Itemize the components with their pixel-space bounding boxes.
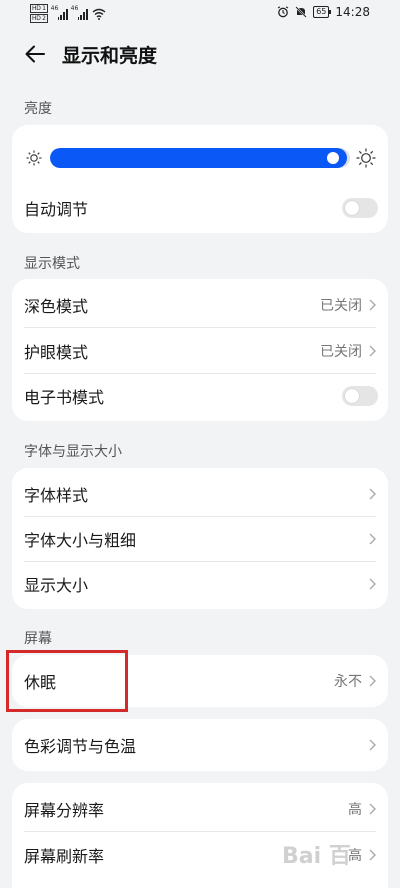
auto-brightness-row[interactable]: 自动调节 <box>12 186 388 230</box>
screen-section-title: 屏幕 <box>24 631 52 647</box>
sleep-value: 永不 <box>334 674 362 690</box>
divider <box>24 327 376 328</box>
brightness-slider-fill <box>50 148 347 168</box>
eye-comfort-label: 护眼模式 <box>24 343 89 362</box>
signal-icon: 46 <box>50 4 68 20</box>
chevron-right-icon <box>369 675 376 687</box>
font-size-weight-row[interactable]: 字体大小与粗细 <box>12 517 388 561</box>
font-size-section-title: 字体与显示大小 <box>24 444 122 460</box>
color-temp-row[interactable]: 色彩调节与色温 <box>12 723 388 767</box>
sun-small-icon <box>26 150 42 166</box>
chevron-right-icon <box>369 488 376 500</box>
font-size-weight-label: 字体大小与粗细 <box>24 531 137 550</box>
alarm-icon <box>277 6 289 18</box>
ebook-mode-toggle[interactable] <box>342 386 378 406</box>
display-mode-card: 深色模式 已关闭 护眼模式 已关闭 电子书模式 <box>12 279 388 421</box>
resolution-value: 高 <box>348 802 362 818</box>
back-button[interactable] <box>20 40 50 68</box>
resolution-row[interactable]: 屏幕分辨率 高 <box>12 787 388 831</box>
display-size-label: 显示大小 <box>24 576 89 595</box>
wifi-icon <box>92 8 106 20</box>
chevron-right-icon <box>369 345 376 357</box>
auto-brightness-toggle[interactable] <box>342 198 378 218</box>
battery-indicator: 65 <box>313 6 332 18</box>
ebook-mode-label: 电子书模式 <box>24 388 105 407</box>
app-bar: 显示和亮度 <box>0 36 400 72</box>
font-size-card: 字体样式 字体大小与粗细 显示大小 <box>12 468 388 609</box>
hd-indicators: HD 1 HD 2 <box>30 4 48 23</box>
network-type-2: 46 <box>70 4 79 12</box>
brightness-card: 自动调节 <box>12 125 388 233</box>
color-card: 色彩调节与色温 <box>12 719 388 771</box>
refresh-rate-label: 屏幕刷新率 <box>24 847 105 866</box>
mute-icon <box>295 6 307 18</box>
ebook-mode-row[interactable]: 电子书模式 <box>12 374 388 418</box>
resolution-label: 屏幕分辨率 <box>24 801 105 820</box>
brightness-slider-thumb[interactable] <box>327 152 339 164</box>
brightness-slider[interactable] <box>50 148 350 168</box>
chevron-right-icon <box>369 849 376 861</box>
color-temp-label: 色彩调节与色温 <box>24 737 137 756</box>
dark-mode-value: 已关闭 <box>320 298 362 314</box>
watermark-logo: Bai 百 <box>282 844 351 869</box>
network-type-1: 46 <box>50 4 59 12</box>
sun-large-icon <box>356 148 376 168</box>
resolution-card: 屏幕分辨率 高 屏幕刷新率 高 <box>12 783 388 888</box>
status-bar: HD 1 HD 2 46 46 65 14:28 <box>0 0 400 28</box>
brightness-slider-row <box>12 145 388 171</box>
chevron-right-icon <box>369 578 376 590</box>
page-title: 显示和亮度 <box>62 45 158 67</box>
display-size-row[interactable]: 显示大小 <box>12 562 388 606</box>
chevron-right-icon <box>369 533 376 545</box>
auto-brightness-label: 自动调节 <box>24 200 89 219</box>
display-mode-section-title: 显示模式 <box>24 256 80 272</box>
brightness-section-title: 亮度 <box>24 101 52 117</box>
font-style-label: 字体样式 <box>24 486 89 505</box>
eye-comfort-value: 已关闭 <box>320 344 362 360</box>
eye-comfort-row[interactable]: 护眼模式 已关闭 <box>12 329 388 373</box>
chevron-right-icon <box>369 299 376 311</box>
dark-mode-row[interactable]: 深色模式 已关闭 <box>12 283 388 327</box>
chevron-right-icon <box>369 739 376 751</box>
back-arrow-icon <box>25 45 45 63</box>
font-style-row[interactable]: 字体样式 <box>12 472 388 516</box>
clock: 14:28 <box>335 5 370 19</box>
dark-mode-label: 深色模式 <box>24 297 89 316</box>
divider <box>24 831 376 832</box>
signal-icon-2: 46 <box>70 4 88 20</box>
hd2-badge: HD 2 <box>30 14 48 23</box>
highlight-annotation <box>6 650 128 712</box>
chevron-right-icon <box>369 803 376 815</box>
hd1-badge: HD 1 <box>30 4 48 13</box>
